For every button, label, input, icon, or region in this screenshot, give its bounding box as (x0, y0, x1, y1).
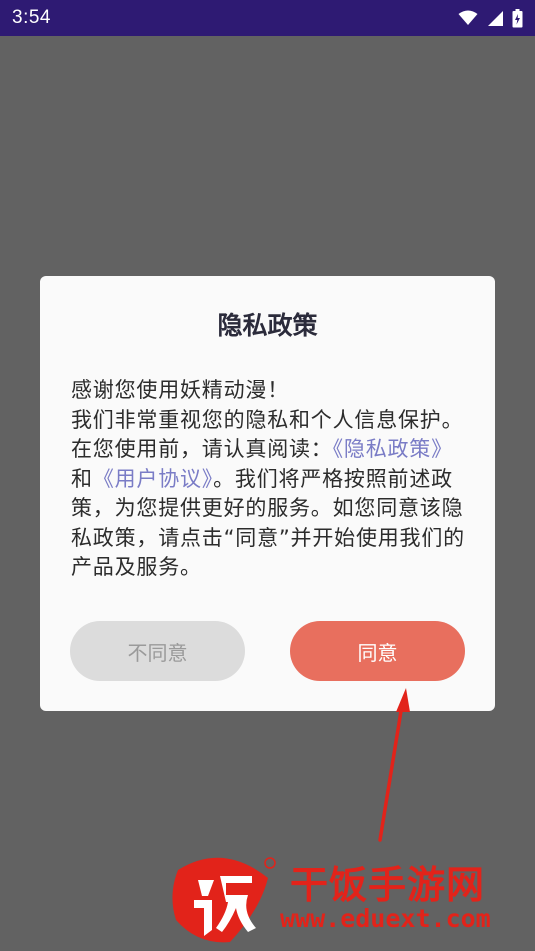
status-bar: 3:54 (0, 0, 535, 36)
dialog-body: 感谢您使用妖精动漫！ 我们非常重视您的隐私和个人信息保护。在您使用前，请认真阅读… (71, 376, 467, 583)
status-time: 3:54 (12, 7, 51, 28)
welcome-text: 感谢您使用妖精动漫！ (71, 378, 289, 402)
watermark-logo-icon (172, 857, 276, 943)
wifi-icon (458, 10, 478, 26)
privacy-dialog: 隐私政策 感谢您使用妖精动漫！ 我们非常重视您的隐私和个人信息保护。在您使用前，… (40, 276, 495, 711)
watermark-name: 干饭手游网 (290, 863, 486, 907)
disagree-button[interactable]: 不同意 (70, 621, 245, 681)
watermark-url: www.eduext.com (280, 904, 491, 933)
dialog-title: 隐私政策 (217, 311, 318, 340)
battery-icon (512, 8, 523, 28)
user-agreement-link[interactable]: 《用户协议》 (93, 467, 213, 491)
agree-button[interactable]: 同意 (290, 621, 465, 681)
privacy-policy-link[interactable]: 《隐私政策》 (333, 437, 453, 461)
signal-icon (486, 10, 504, 27)
and-text: 和 (71, 466, 93, 491)
status-icons (458, 8, 523, 28)
watermark: 干饭手游网 www.eduext.com (168, 850, 528, 945)
